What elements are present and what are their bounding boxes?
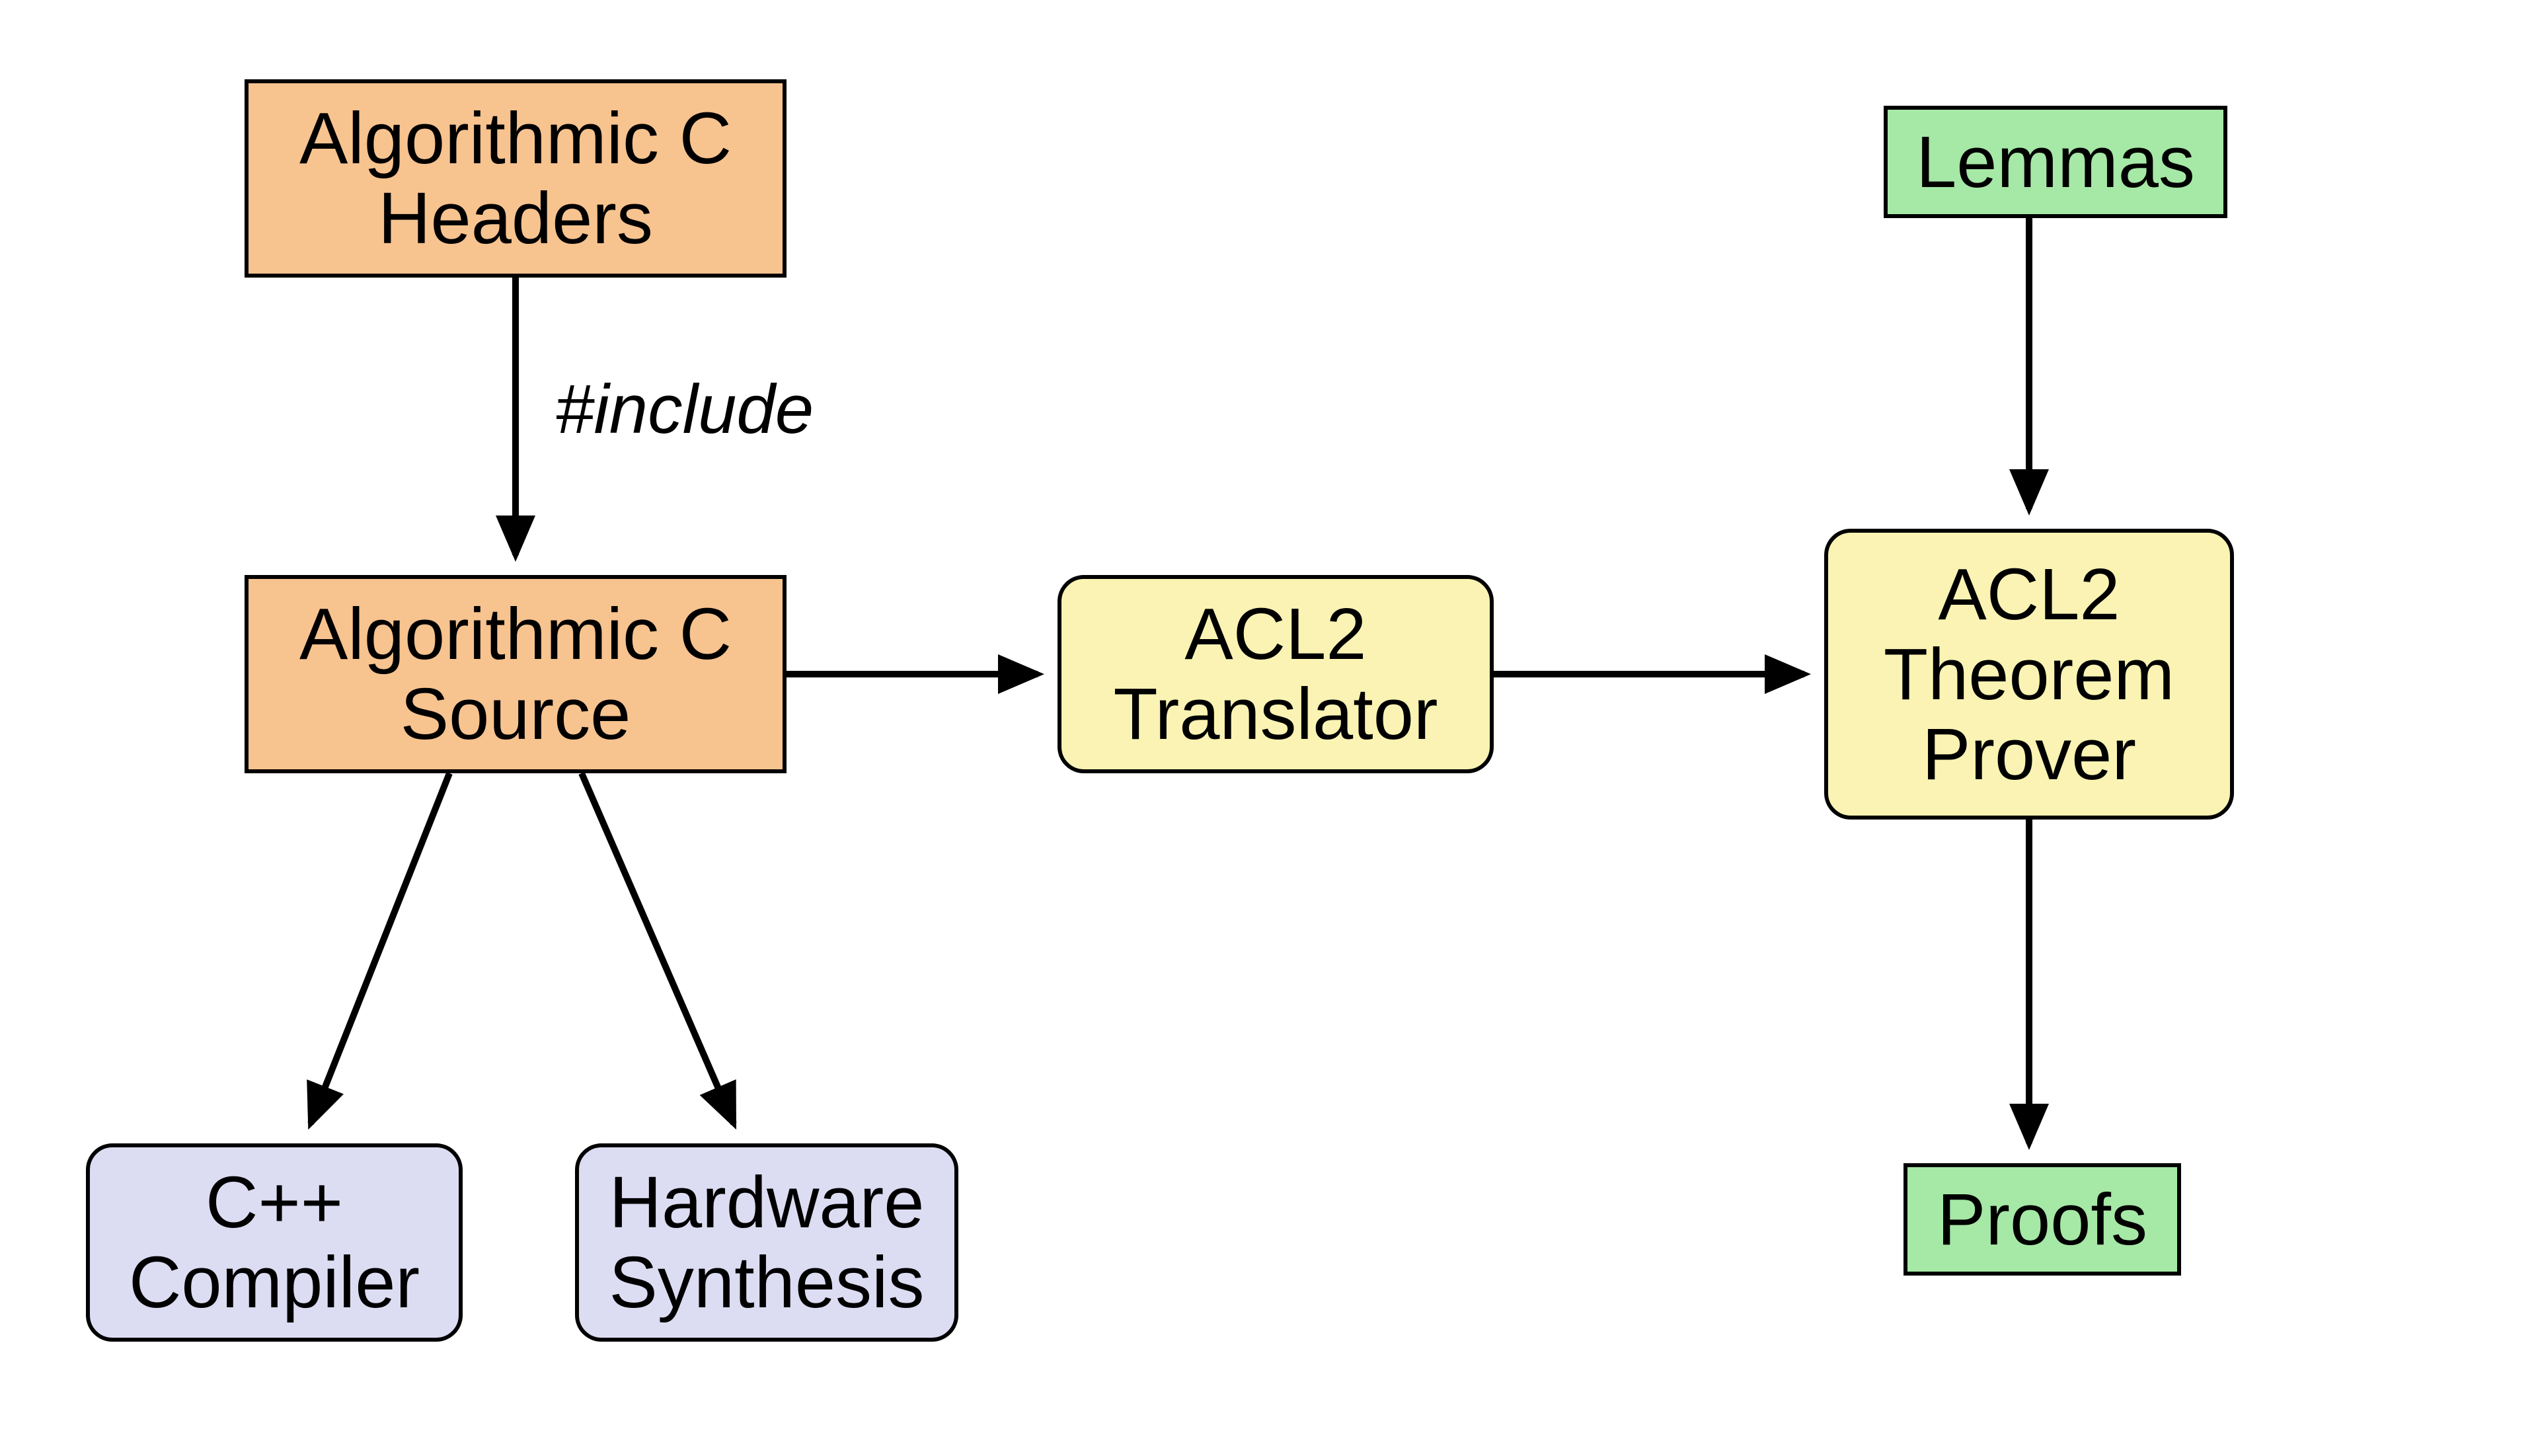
node-lemmas: Lemmas [1884, 106, 2227, 218]
edge-source-to-hw [582, 773, 734, 1124]
node-label: Proofs [1937, 1180, 2147, 1260]
node-label: ACL2TheoremProver [1884, 555, 2174, 794]
node-algc-source: Algorithmic CSource [245, 575, 787, 773]
edge-source-to-cpp [311, 773, 449, 1124]
node-label: ACL2Translator [1113, 594, 1438, 754]
node-acl2-prover: ACL2TheoremProver [1824, 529, 2234, 820]
flow-diagram: Algorithmic CHeaders Algorithmic CSource… [0, 0, 2538, 1456]
node-acl2-translator: ACL2Translator [1058, 575, 1494, 773]
node-proofs: Proofs [1903, 1163, 2181, 1276]
edge-label-include: #include [555, 370, 814, 449]
node-label: HardwareSynthesis [609, 1163, 925, 1322]
node-label: Lemmas [1916, 122, 2195, 202]
node-algc-headers: Algorithmic CHeaders [245, 79, 787, 278]
node-hw-synthesis: HardwareSynthesis [575, 1143, 958, 1342]
node-label: C++Compiler [129, 1163, 420, 1322]
node-label: Algorithmic CSource [299, 594, 732, 754]
node-cpp-compiler: C++Compiler [86, 1143, 463, 1342]
node-label: Algorithmic CHeaders [299, 98, 732, 258]
